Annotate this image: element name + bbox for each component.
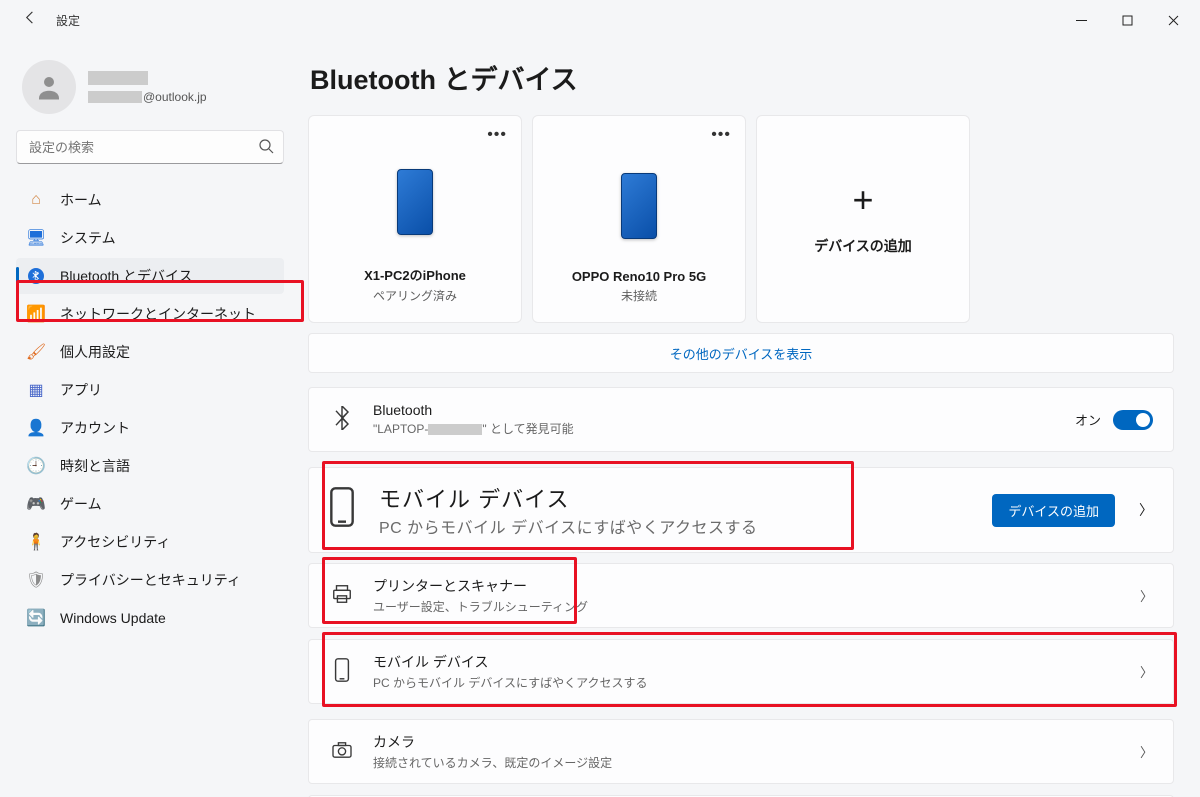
account-name-redacted xyxy=(88,71,148,85)
plus-icon: + xyxy=(852,182,873,218)
maximize-button[interactable] xyxy=(1104,4,1150,36)
search-icon xyxy=(258,138,274,157)
search-box[interactable] xyxy=(16,130,284,164)
avatar xyxy=(22,60,76,114)
bluetooth-title: Bluetooth xyxy=(373,402,1057,418)
device-card[interactable]: ••• X1-PC2のiPhone ペアリング済み xyxy=(308,115,522,323)
device-card[interactable]: ••• OPPO Reno10 Pro 5G 未接続 xyxy=(532,115,746,323)
back-button[interactable] xyxy=(18,10,42,30)
phone-icon xyxy=(397,169,433,235)
printers-row[interactable]: プリンターとスキャナー ユーザー設定、トラブルシューティング 〉 xyxy=(308,563,1174,628)
phone-icon xyxy=(621,173,657,239)
mobile-title: モバイル デバイス xyxy=(373,652,1122,672)
device-status: 未接続 xyxy=(621,287,657,304)
bluetooth-row[interactable]: Bluetooth "LAPTOP-" として発見可能 オン xyxy=(308,387,1174,452)
apps-icon: ▦ xyxy=(26,380,46,400)
mobile-devices-highlight-row[interactable]: モバイル デバイス PC からモバイル デバイスにすばやくアクセスする デバイス… xyxy=(308,467,1174,553)
chevron-right-icon: 〉 xyxy=(1139,500,1153,520)
window-title: 設定 xyxy=(56,12,80,29)
nav-time[interactable]: 🕘時刻と言語 xyxy=(16,448,284,484)
device-status: ペアリング済み xyxy=(373,287,457,304)
nav-home[interactable]: ⌂ホーム xyxy=(16,182,284,218)
nav-accounts[interactable]: 👤アカウント xyxy=(16,410,284,446)
mobile-big-desc: PC からモバイル デバイスにすばやくアクセスする xyxy=(379,514,968,538)
account-email: @outlook.jp xyxy=(88,90,207,104)
camera-desc: 接続されているカメラ、既定のイメージ設定 xyxy=(373,754,1122,771)
mobile-devices-row[interactable]: モバイル デバイス PC からモバイル デバイスにすばやくアクセスする 〉 xyxy=(308,639,1174,704)
sidebar: @outlook.jp ⌂ホーム 🖥システム Bluetooth とデバイス 📶… xyxy=(0,40,300,797)
nav-gaming[interactable]: 🎮ゲーム xyxy=(16,486,284,522)
nav-system[interactable]: 🖥システム xyxy=(16,220,284,256)
system-icon: 🖥 xyxy=(26,228,46,248)
show-more-devices[interactable]: その他のデバイスを表示 xyxy=(308,333,1174,373)
accessibility-icon: 🧍 xyxy=(26,532,46,552)
more-icon[interactable]: ••• xyxy=(487,126,507,144)
person-icon: 👤 xyxy=(26,418,46,438)
main-content: Bluetooth とデバイス ••• X1-PC2のiPhone ペアリング済… xyxy=(300,40,1200,797)
mobile-big-title: モバイル デバイス xyxy=(379,482,968,514)
close-button[interactable] xyxy=(1150,4,1196,36)
game-icon: 🎮 xyxy=(26,494,46,514)
add-device-label: デバイスの追加 xyxy=(814,236,912,256)
chevron-right-icon: 〉 xyxy=(1140,586,1153,605)
nav-accessibility[interactable]: 🧍アクセシビリティ xyxy=(16,524,284,560)
device-name: OPPO Reno10 Pro 5G xyxy=(572,269,706,284)
nav-network[interactable]: 📶ネットワークとインターネット xyxy=(16,296,284,332)
nav-personalization[interactable]: 🖌個人用設定 xyxy=(16,334,284,370)
shield-icon: 🛡 xyxy=(26,570,46,590)
bluetooth-desc: "LAPTOP-" として発見可能 xyxy=(373,420,1057,437)
brush-icon: 🖌 xyxy=(26,342,46,362)
chevron-right-icon: 〉 xyxy=(1140,742,1153,761)
phone-outline-icon xyxy=(329,487,355,534)
page-title: Bluetooth とデバイス xyxy=(310,58,1174,97)
printer-icon xyxy=(329,583,355,608)
bluetooth-icon xyxy=(329,406,355,433)
minimize-button[interactable] xyxy=(1058,4,1104,36)
update-icon: 🔄 xyxy=(26,608,46,628)
account-block[interactable]: @outlook.jp xyxy=(16,50,284,130)
nav-windows-update[interactable]: 🔄Windows Update xyxy=(16,600,284,636)
camera-row[interactable]: カメラ 接続されているカメラ、既定のイメージ設定 〉 xyxy=(308,719,1174,784)
mobile-desc: PC からモバイル デバイスにすばやくアクセスする xyxy=(373,674,1122,691)
printers-title: プリンターとスキャナー xyxy=(373,576,1122,596)
add-device-button[interactable]: デバイスの追加 xyxy=(992,494,1115,527)
phone-outline-icon xyxy=(329,658,355,685)
add-device-card[interactable]: + デバイスの追加 xyxy=(756,115,970,323)
clock-icon: 🕘 xyxy=(26,456,46,476)
nav-apps[interactable]: ▦アプリ xyxy=(16,372,284,408)
device-cards: ••• X1-PC2のiPhone ペアリング済み ••• OPPO Reno1… xyxy=(308,115,1174,323)
wifi-icon: 📶 xyxy=(26,304,46,324)
nav-privacy[interactable]: 🛡プライバシーとセキュリティ xyxy=(16,562,284,598)
printers-desc: ユーザー設定、トラブルシューティング xyxy=(373,598,1122,615)
device-name: X1-PC2のiPhone xyxy=(364,265,466,284)
nav-bluetooth[interactable]: Bluetooth とデバイス xyxy=(16,258,284,294)
bluetooth-toggle[interactable]: オン xyxy=(1075,410,1153,430)
nav: ⌂ホーム 🖥システム Bluetooth とデバイス 📶ネットワークとインターネ… xyxy=(16,182,284,636)
chevron-right-icon: 〉 xyxy=(1140,662,1153,681)
home-icon: ⌂ xyxy=(26,190,46,210)
toggle-switch-on[interactable] xyxy=(1113,410,1153,430)
camera-title: カメラ xyxy=(373,732,1122,752)
bluetooth-icon xyxy=(26,266,46,286)
titlebar: 設定 xyxy=(0,0,1200,40)
more-icon[interactable]: ••• xyxy=(711,126,731,144)
camera-icon xyxy=(329,741,355,762)
search-input[interactable] xyxy=(16,130,284,164)
